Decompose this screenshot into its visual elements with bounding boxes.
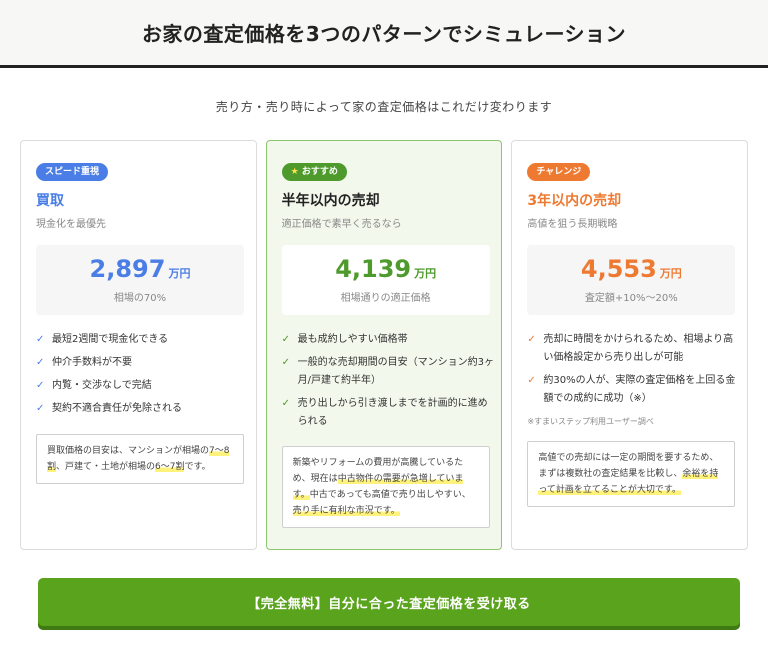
price-value: 4,139 bbox=[335, 255, 412, 283]
list-item: ✓ 契約不適合責任が免除される bbox=[36, 400, 251, 418]
list-item: ✓ 一般的な売却期間の目安（マンション約3ヶ月/戸建て約半年） bbox=[282, 354, 497, 390]
feature-text: 内覧・交渉なしで完結 bbox=[52, 380, 152, 391]
list-item: ✓ 売却に時間をかけられるため、相場より高い価格設定から売り出しが可能 bbox=[527, 331, 742, 367]
check-icon: ✓ bbox=[36, 357, 45, 368]
price-box: 4,553 万円 査定額+10%〜20% bbox=[527, 245, 736, 315]
plan-cards: スピード重視 買取 現金化を最優先 2,897 万円 相場の70% ✓ 最短2週間で… bbox=[20, 140, 749, 550]
badge-challenge: チャレンジ bbox=[527, 163, 591, 181]
list-item: ✓ 内覧・交渉なしで完結 bbox=[36, 377, 251, 395]
price-box: 4,139 万円 相場通りの適正価格 bbox=[281, 245, 490, 315]
check-icon: ✓ bbox=[527, 334, 536, 345]
note-text: 中古であっても高値で売り出しやすい、 bbox=[309, 490, 471, 500]
card-subtitle: 現金化を最優先 bbox=[36, 219, 106, 230]
feature-text: 仲介手数料が不要 bbox=[52, 357, 132, 368]
note-text: 買取価格の目安は、マンションが相場の bbox=[47, 446, 210, 456]
price-unit: 万円 bbox=[659, 267, 682, 280]
price-unit: 万円 bbox=[414, 267, 437, 280]
price-box: 2,897 万円 相場の70% bbox=[36, 245, 244, 315]
star-icon: ★ bbox=[290, 167, 299, 177]
list-item: ✓ 最も成約しやすい価格帯 bbox=[282, 331, 497, 349]
price-value: 2,897 bbox=[89, 255, 166, 283]
feature-list: ✓ 最短2週間で現金化できる ✓ 仲介手数料が不要 ✓ 内覧・交渉なしで完結 ✓ 契約不… bbox=[36, 331, 251, 423]
check-icon: ✓ bbox=[281, 398, 291, 409]
note-highlight: 売り手に有利な市況です。 bbox=[292, 506, 400, 516]
card-buyout: スピード重視 買取 現金化を最優先 2,897 万円 相場の70% ✓ 最短2週間で… bbox=[20, 140, 257, 550]
badge-label: おすすめ bbox=[301, 167, 338, 177]
feature-text: 売り出しから引き渡しまでを計画的に進められる bbox=[297, 398, 488, 427]
note-highlight: 6〜7割 bbox=[155, 462, 185, 472]
check-icon: ✓ bbox=[36, 403, 45, 414]
page-header: お家の査定価格を3つのパターンでシミュレーション bbox=[0, 0, 768, 68]
footnote: ※すまいステップ利用ユーザー調べ bbox=[527, 417, 654, 426]
feature-text: 契約不適合責任が免除される bbox=[52, 403, 182, 414]
feature-text: 最短2週間で現金化できる bbox=[52, 334, 169, 345]
feature-text: 売却に時間をかけられるため、相場より高い価格設定から売り出しが可能 bbox=[543, 334, 734, 363]
check-icon: ✓ bbox=[281, 334, 291, 345]
feature-text: 最も成約しやすい価格帯 bbox=[297, 334, 408, 345]
price-note: 相場の70% bbox=[113, 293, 167, 304]
note-text: です。 bbox=[184, 462, 211, 472]
card-subtitle: 適正価格で素早く売るなら bbox=[281, 219, 402, 230]
page-title: お家の査定価格を3つのパターンでシミュレーション bbox=[141, 22, 627, 46]
list-item: ✓ 仲介手数料が不要 bbox=[36, 354, 251, 372]
price-note: 相場通りの適正価格 bbox=[340, 293, 431, 304]
card-within-three-years: チャレンジ 3年以内の売却 高値を狙う長期戦略 4,553 万円 査定額+10%〜… bbox=[511, 140, 749, 550]
note-box: 買取価格の目安は、マンションが相場の7〜8割、戸建て・土地が相場の6〜7割です。 bbox=[36, 434, 244, 484]
note-text: 、戸建て・土地が相場の bbox=[56, 462, 156, 472]
card-title: 3年以内の売却 bbox=[527, 193, 622, 209]
list-item: ✓ 最短2週間で現金化できる bbox=[36, 331, 251, 349]
list-item: ✓ 売り出しから引き渡しまでを計画的に進められる bbox=[282, 395, 497, 431]
feature-list: ✓ 売却に時間をかけられるため、相場より高い価格設定から売り出しが可能 ✓ 約30%… bbox=[527, 331, 742, 413]
card-subtitle: 高値を狙う長期戦略 bbox=[527, 219, 618, 230]
feature-text: 一般的な売却期間の目安（マンション約3ヶ月/戸建て約半年） bbox=[297, 357, 495, 386]
check-icon: ✓ bbox=[36, 380, 45, 391]
card-title: 半年以内の売却 bbox=[281, 193, 380, 209]
feature-text: 約30%の人が、実際の査定価格を上回る金額での成約に成功（※） bbox=[543, 375, 736, 404]
note-box: 高値での売却には一定の期間を要するため、まずは複数社の査定結果を比較し、余裕を持… bbox=[527, 441, 736, 507]
badge-recommended: ★ おすすめ bbox=[281, 163, 347, 181]
get-appraisal-button[interactable]: 【完全無料】自分に合った査定価格を受け取る bbox=[38, 578, 740, 626]
check-icon: ✓ bbox=[527, 375, 536, 386]
price-note: 査定額+10%〜20% bbox=[584, 293, 678, 304]
price-unit: 万円 bbox=[168, 267, 191, 280]
card-title: 買取 bbox=[36, 193, 64, 209]
badge-speed: スピード重視 bbox=[36, 163, 109, 181]
check-icon: ✓ bbox=[36, 334, 45, 345]
card-within-half-year: ★ おすすめ 半年以内の売却 適正価格で素早く売るなら 4,139 万円 相場通り… bbox=[265, 140, 503, 550]
price-value: 4,553 bbox=[580, 255, 657, 283]
check-icon: ✓ bbox=[281, 357, 291, 368]
feature-list: ✓ 最も成約しやすい価格帯 ✓ 一般的な売却期間の目安（マンション約3ヶ月/戸建て約… bbox=[282, 331, 497, 436]
list-item: ✓ 約30%の人が、実際の査定価格を上回る金額での成約に成功（※） bbox=[527, 372, 742, 408]
note-box: 新築やリフォームの費用が高騰しているため、現在は中古物件の需要が急増しています。… bbox=[281, 446, 490, 528]
section-subtitle: 売り方・売り時によって家の査定価格はこれだけ変わります bbox=[215, 100, 553, 114]
